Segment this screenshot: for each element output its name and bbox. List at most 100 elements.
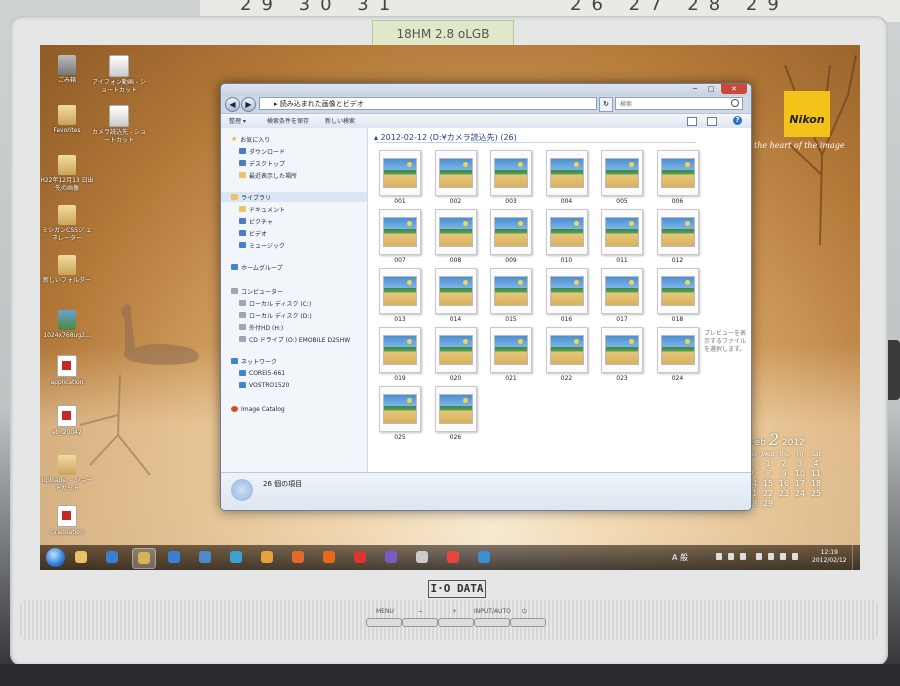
calendar-day-cell[interactable]: 25 [808,489,824,498]
start-button[interactable] [46,548,65,567]
file-thumbnail[interactable]: 021 [489,327,533,382]
maximize-button[interactable]: □ [703,84,719,94]
taskbar-app-button[interactable] [132,548,156,569]
file-thumbnail[interactable]: 022 [545,327,589,382]
nav-computer[interactable]: コンピューター [231,286,283,296]
network-tray-icon[interactable] [768,553,774,560]
calendar-day-cell[interactable]: 3 [792,459,808,468]
calendar-day-cell[interactable]: 1 [760,459,776,468]
taskbar-app-button[interactable] [473,548,495,567]
ime-indicator[interactable]: A 般 [672,552,688,563]
calendar-day-cell[interactable]: 16 [776,479,792,488]
close-button[interactable]: ✕ [721,84,747,94]
nav-videos[interactable]: ビデオ [239,228,267,238]
calendar-day-cell[interactable]: 29 [760,499,776,508]
file-thumbnail[interactable]: 003 [489,150,533,205]
desktop-icon-item[interactable]: Uploader - ショートカット [40,455,94,493]
desktop-icon-item[interactable]: application [40,355,94,387]
desktop-icon-item[interactable]: アイフォン動画 - ショートカット [92,55,146,95]
show-desktop-button[interactable] [852,545,860,570]
view-options-icon[interactable] [687,117,697,126]
monitor-plus-button[interactable] [438,618,474,627]
file-thumbnail[interactable]: 001 [378,150,422,205]
desktop-icon-item[interactable]: Favorites [40,105,94,135]
file-thumbnail[interactable]: 019 [378,327,422,382]
volume-icon[interactable] [792,553,798,560]
file-thumbnail[interactable]: 014 [434,268,478,323]
tray-icon[interactable] [716,553,722,560]
nav-favorites[interactable]: ★ お気に入り [231,134,270,144]
search-icon[interactable] [731,99,739,107]
refresh-button[interactable]: ↻ [599,97,613,112]
calendar-day-cell[interactable]: 18 [808,479,824,488]
save-search-button[interactable]: 検索条件を保存 [267,116,309,125]
taskbar-app-button[interactable] [163,548,185,567]
search-input[interactable]: 検索 [615,97,743,110]
calendar-day-cell[interactable]: 22 [760,489,776,498]
calendar-day-cell[interactable]: 2 [776,459,792,468]
taskbar-app-button[interactable] [101,548,123,567]
calendar-day-cell[interactable]: 17 [792,479,808,488]
preview-pane-icon[interactable] [707,117,717,126]
new-search-button[interactable]: 新しい検索 [325,116,355,125]
nav-recent[interactable]: 最近表示した場所 [239,170,297,180]
file-content-area[interactable]: ▴ 2012-02-12 (D:¥カメラ読込先) (26) 001 002 003 0… [368,128,751,508]
file-thumbnail[interactable]: 023 [600,327,644,382]
nav-drive-h[interactable]: 外付HD (H:) [239,322,283,332]
nav-network-pc-2[interactable]: VOSTRO1520 [239,380,289,390]
file-thumbnail[interactable]: 005 [600,150,644,205]
calendar-day-cell[interactable]: 10 [792,469,808,478]
desktop-icon-item[interactable]: H22年12月13 日出先の画像 [40,155,94,193]
flag-icon[interactable] [756,553,762,560]
monitor-power-button[interactable] [510,618,546,627]
title-bar[interactable]: ─ □ ✕ [221,84,751,96]
file-thumbnail[interactable]: 004 [545,150,589,205]
organize-button[interactable]: 整理 ▾ [229,116,246,125]
back-button[interactable]: ◀ [225,97,240,112]
nav-image-catalog[interactable]: Image Catalog [231,404,285,414]
file-thumbnail[interactable]: 010 [545,209,589,264]
calendar-day-cell[interactable]: 24 [792,489,808,498]
desktop-icon-item[interactable]: Graduation [40,505,94,537]
file-thumbnail[interactable]: 018 [656,268,700,323]
nav-music[interactable]: ミュージック [239,240,285,250]
forward-button[interactable]: ▶ [241,97,256,112]
address-bar[interactable]: ▸ 読み込まれた画像とビデオ [259,97,597,110]
file-thumbnail[interactable]: 017 [600,268,644,323]
file-thumbnail[interactable]: 009 [489,209,533,264]
help-icon[interactable]: ? [733,116,742,125]
clock[interactable]: 12:19 2012/02/12 [812,549,847,565]
calendar-day-cell[interactable]: 15 [760,479,776,488]
taskbar-app-button[interactable] [70,548,92,567]
taskbar-app-button[interactable] [349,548,371,567]
desktop-screen[interactable]: Nikon the heart of the image Copyright ©… [40,45,860,570]
taskbar-app-button[interactable] [411,548,433,567]
calendar-day-cell[interactable]: 4 [808,459,824,468]
nav-homegroup[interactable]: ホームグループ [231,262,282,272]
file-thumbnail[interactable]: 016 [545,268,589,323]
minimize-button[interactable]: ─ [687,84,703,94]
nav-drive-c[interactable]: ローカル ディスク (C:) [239,298,311,308]
taskbar-app-button[interactable] [287,548,309,567]
calendar-day-cell[interactable]: 8 [760,469,776,478]
file-thumbnail[interactable]: 008 [434,209,478,264]
taskbar-app-button[interactable] [442,548,464,567]
volume-icon[interactable] [780,553,786,560]
file-thumbnail[interactable]: 020 [434,327,478,382]
desktop-icon-item[interactable]: 1024x768ug2... [40,310,94,340]
monitor-input-button[interactable] [474,618,510,627]
explorer-window[interactable]: ─ □ ✕ ◀ ▶ ▸ 読み込まれた画像とビデオ ↻ 検索 整理 ▾ 検索条件を… [220,83,752,511]
taskbar-app-button[interactable] [318,548,340,567]
desktop-icon-item[interactable]: 新しいフォルダー [40,255,94,285]
taskbar-app-button[interactable] [380,548,402,567]
file-thumbnail[interactable]: 025 [378,386,422,441]
file-thumbnail[interactable]: 024 [656,327,700,382]
desktop-icon-item[interactable]: カメラ読込先 - ショートカット [92,105,146,145]
nav-network-pc-1[interactable]: COREI5-661 [239,368,285,378]
file-thumbnail[interactable]: 002 [434,150,478,205]
monitor-minus-button[interactable] [402,618,438,627]
nav-drive-d[interactable]: ローカル ディスク (D:) [239,310,312,320]
taskbar-app-button[interactable] [256,548,278,567]
tray-icon[interactable] [740,553,746,560]
nav-downloads[interactable]: ダウンロード [239,146,285,156]
